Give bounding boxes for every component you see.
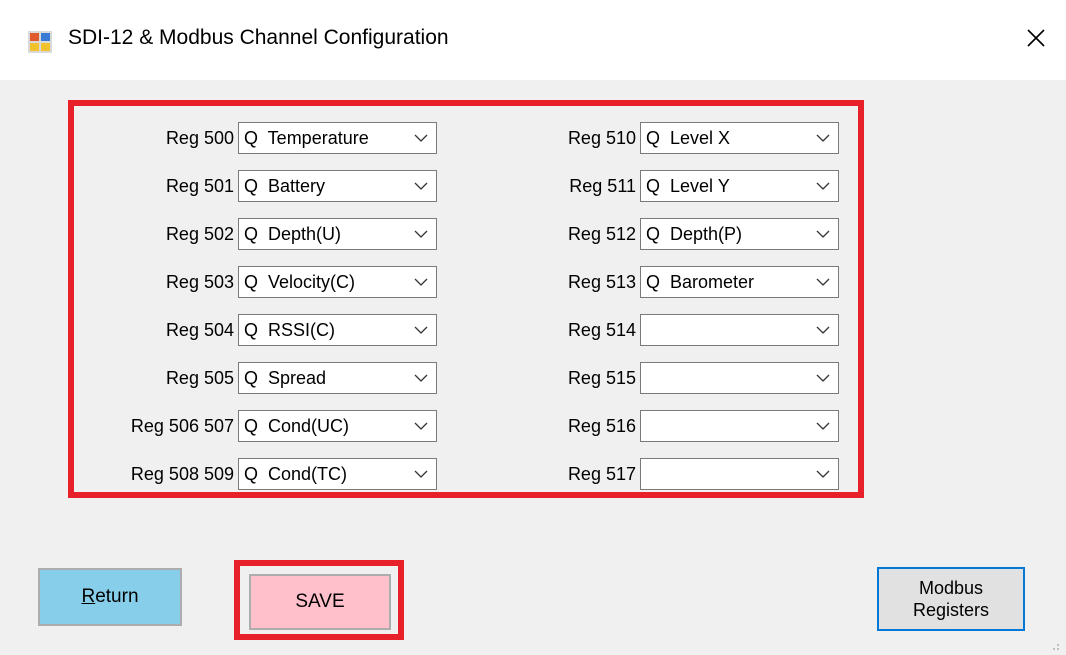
reg-510-select[interactable]: Q Level X	[640, 122, 839, 154]
reg-label: Reg 510	[567, 128, 636, 148]
reg-label: Reg 515	[567, 368, 636, 388]
return-button[interactable]: Return	[38, 568, 182, 626]
reg-511-select[interactable]: Q Level Y	[640, 170, 839, 202]
app-icon	[28, 31, 52, 53]
reg-504-select[interactable]: Q RSSI(C)	[238, 314, 437, 346]
chevron-down-icon	[816, 326, 830, 334]
chevron-down-icon	[816, 374, 830, 382]
reg-label: Reg 516	[567, 416, 636, 436]
reg-label: Reg 505	[165, 368, 234, 388]
chevron-down-icon	[414, 470, 428, 478]
reg-506-507-select[interactable]: Q Cond(UC)	[238, 410, 437, 442]
reg-515-select[interactable]	[640, 362, 839, 394]
chevron-down-icon	[816, 470, 830, 478]
chevron-down-icon	[816, 230, 830, 238]
selected-value: Q Depth(U)	[244, 224, 342, 244]
modbus-registers-button[interactable]: Modbus Registers	[877, 567, 1025, 631]
modbus-label-line2: Registers	[912, 600, 990, 620]
reg-label: Reg 503	[165, 272, 234, 292]
reg-label: Reg 517	[567, 464, 636, 484]
return-accelerator: R	[81, 586, 96, 607]
reg-label: Reg 502	[165, 224, 234, 244]
reg-label: Reg 500	[165, 128, 234, 148]
chevron-down-icon	[414, 422, 428, 430]
reg-502-select[interactable]: Q Depth(U)	[238, 218, 437, 250]
close-icon	[1027, 29, 1045, 47]
chevron-down-icon	[414, 278, 428, 286]
save-label: SAVE	[295, 591, 345, 612]
reg-501-select[interactable]: Q Battery	[238, 170, 437, 202]
reg-505-select[interactable]: Q Spread	[238, 362, 437, 394]
save-button[interactable]: SAVE	[249, 574, 391, 630]
selected-value: Q Cond(UC)	[244, 416, 350, 436]
selected-value: Q Level Y	[646, 176, 730, 196]
reg-label: Reg 504	[165, 320, 234, 340]
chevron-down-icon	[414, 134, 428, 142]
reg-513-select[interactable]: Q Barometer	[640, 266, 839, 298]
reg-514-select[interactable]	[640, 314, 839, 346]
selected-value: Q Barometer	[646, 272, 755, 292]
reg-label: Reg 512	[567, 224, 636, 244]
channel-config-window: SDI-12 & Modbus Channel Configuration Re…	[0, 0, 1066, 655]
selected-value: Q Velocity(C)	[244, 272, 356, 292]
selected-value: Q Cond(TC)	[244, 464, 348, 484]
resize-grip-icon[interactable]	[1050, 641, 1060, 651]
reg-517-select[interactable]	[640, 458, 839, 490]
selected-value: Q Depth(P)	[646, 224, 743, 244]
chevron-down-icon	[816, 182, 830, 190]
chevron-down-icon	[414, 326, 428, 334]
modbus-label-line1: Modbus	[918, 578, 984, 598]
reg-503-select[interactable]: Q Velocity(C)	[238, 266, 437, 298]
window-title: SDI-12 & Modbus Channel Configuration	[68, 26, 449, 49]
reg-500-select[interactable]: Q Temperature	[238, 122, 437, 154]
chevron-down-icon	[816, 422, 830, 430]
chevron-down-icon	[414, 182, 428, 190]
close-button[interactable]	[1006, 12, 1066, 64]
chevron-down-icon	[414, 374, 428, 382]
reg-label: Reg 508 509	[130, 464, 234, 484]
reg-label: Reg 513	[567, 272, 636, 292]
chevron-down-icon	[816, 134, 830, 142]
reg-516-select[interactable]	[640, 410, 839, 442]
selected-value: Q RSSI(C)	[244, 320, 336, 340]
modbus-registers-label: Modbus Registers	[913, 577, 989, 621]
selected-value: Q Spread	[244, 368, 327, 388]
reg-label: Reg 506 507	[130, 416, 234, 436]
chevron-down-icon	[816, 278, 830, 286]
chevron-down-icon	[414, 230, 428, 238]
reg-508-509-select[interactable]: Q Cond(TC)	[238, 458, 437, 490]
selected-value: Q Temperature	[244, 128, 369, 148]
reg-label: Reg 514	[567, 320, 636, 340]
register-config-group: Reg 500 Q Temperature Reg 501 Q Battery …	[68, 100, 864, 498]
reg-512-select[interactable]: Q Depth(P)	[640, 218, 839, 250]
selected-value: Q Level X	[646, 128, 731, 148]
return-label: eturn	[95, 586, 139, 607]
selected-value: Q Battery	[244, 176, 326, 196]
reg-label: Reg 501	[165, 176, 234, 196]
title-bar[interactable]: SDI-12 & Modbus Channel Configuration	[0, 0, 1066, 80]
reg-label: Reg 511	[569, 176, 636, 196]
